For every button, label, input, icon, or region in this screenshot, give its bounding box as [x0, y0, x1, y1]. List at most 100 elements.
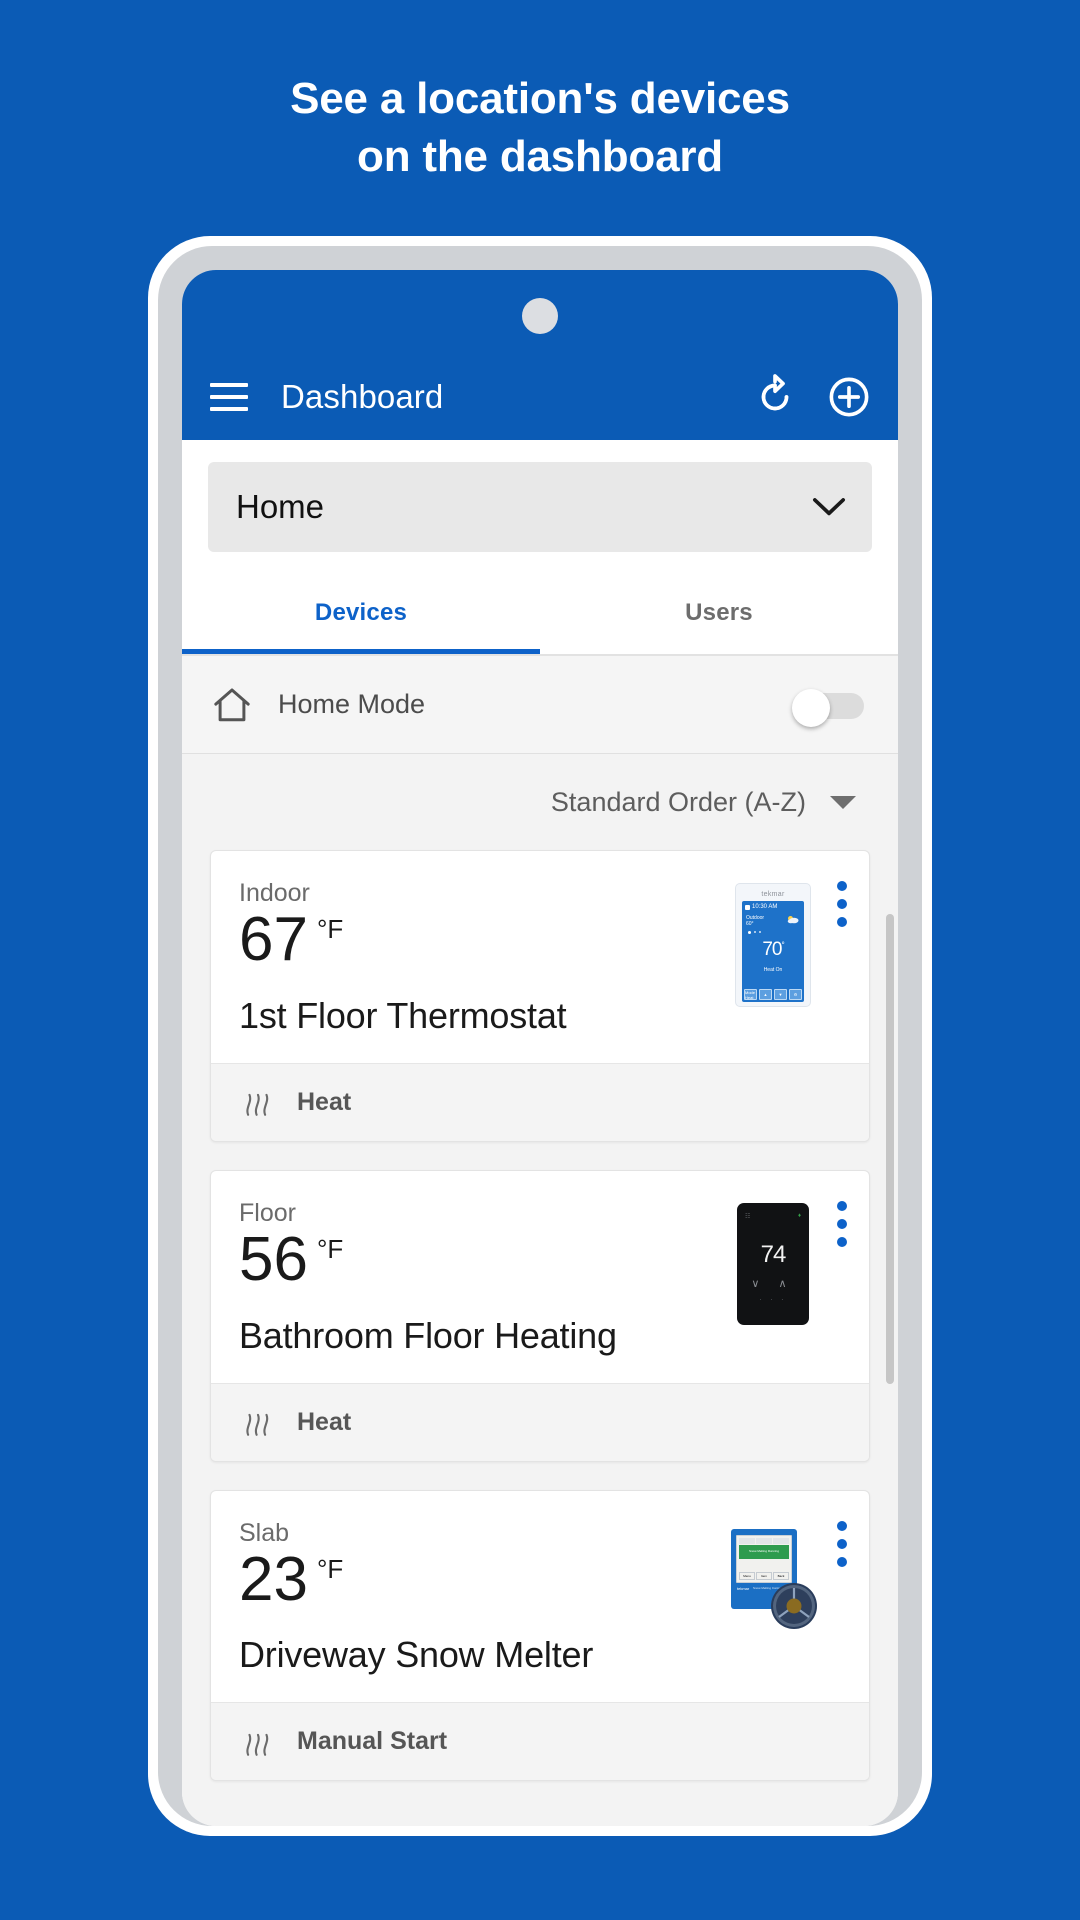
device-card-body: Slab 23 °F Driveway Snow Melter Snow Mel… [211, 1491, 869, 1703]
device-sensor-kind: Floor [239, 1198, 296, 1227]
thermostat-up-button: ▲ [759, 989, 772, 1000]
status-bar [182, 270, 898, 354]
control-status-banner: Snow Melting Running [739, 1544, 789, 1559]
home-mode-toggle[interactable] [792, 688, 864, 727]
thermostat-lcd-screen: 10:30 AM Outdoor 60° 70° Heat On Mode He… [742, 901, 804, 1002]
page-title: Dashboard [281, 378, 444, 415]
device-card-body: Indoor 67 °F 1st Floor Thermostat tekmar… [211, 851, 869, 1063]
device-thumbnail: tekmar 10:30 AM Outdoor 60° 70° Heat On … [727, 879, 819, 1037]
device-temperature-row: 67 °F [239, 905, 727, 974]
kebab-menu-icon[interactable] [837, 1520, 847, 1567]
device-temperature-row: 56 °F [239, 1224, 727, 1294]
device-card[interactable]: Floor 56 °F Bathroom Floor Heating ☷ ♦ 7… [210, 1169, 870, 1462]
device-card-info: Slab 23 °F Driveway Snow Melter [239, 1519, 727, 1677]
thermostat-status-icons: ☷ ♦ [745, 1213, 801, 1220]
refresh-icon[interactable] [752, 374, 798, 420]
control-key-row: Menu Item Back [739, 1571, 789, 1580]
thermostat-mode-text: Heat On [763, 967, 783, 973]
device-temperature-value: 67 [239, 905, 308, 974]
thermostat-down-button: ▼ [774, 989, 787, 1000]
promo-headline: See a location's devices on the dashboar… [0, 0, 1080, 186]
device-card[interactable]: Indoor 67 °F 1st Floor Thermostat tekmar… [210, 850, 870, 1142]
device-card-info: Floor 56 °F Bathroom Floor Heating [239, 1199, 727, 1357]
thermostat-more-dots: · · · [759, 1294, 787, 1304]
control-item-key: Item [756, 1571, 772, 1580]
flame-icon: ♦ [797, 1212, 801, 1219]
snow-melting-control-icon: Snow Melting Running Menu Item Back tekm… [727, 1523, 819, 1631]
thermostat-mode-button: Mode Heat [744, 989, 757, 1000]
sort-order-label: Standard Order (A-Z) [550, 786, 806, 817]
device-card-footer: Heat [211, 1062, 869, 1141]
toggle-knob [792, 688, 830, 727]
thermostat-setpoint-degree: ° [781, 940, 784, 950]
device-temperature-unit: °F [316, 914, 344, 944]
thermostat-time-row: 10:30 AM [742, 901, 804, 910]
thermostat-outdoor-temp: 60° [746, 921, 754, 928]
home-mode-row[interactable]: Home Mode [182, 656, 898, 754]
control-brand-label: tekmar [737, 1585, 750, 1591]
hamburger-menu-icon[interactable] [210, 383, 248, 411]
promo-headline-line-2: on the dashboard [357, 132, 723, 182]
control-back-key: Back [773, 1571, 789, 1580]
device-card-footer: Heat [211, 1382, 869, 1461]
device-status-label: Heat [297, 1087, 352, 1116]
device-name: Driveway Snow Melter [239, 1634, 594, 1676]
heat-waves-icon [246, 1733, 269, 1756]
front-camera-icon [522, 298, 558, 334]
snow-sensor-puck-icon [771, 1582, 817, 1629]
wifi-icon: ☷ [745, 1213, 751, 1220]
thermostat-setpoint-value: 70 [762, 939, 782, 960]
device-temperature-row: 23 °F [239, 1544, 727, 1614]
app-bar: Dashboard [182, 354, 898, 440]
tab-users[interactable]: Users [540, 572, 898, 654]
device-card[interactable]: Slab 23 °F Driveway Snow Melter Snow Mel… [210, 1489, 870, 1782]
device-name: Bathroom Floor Heating [239, 1314, 617, 1356]
snow-sensor-spokes [773, 1584, 815, 1627]
device-card-footer: Manual Start [211, 1702, 869, 1781]
device-temperature-unit: °F [316, 1233, 344, 1264]
tab-bar: Devices Users [182, 572, 898, 656]
device-temperature-unit: °F [316, 1553, 344, 1584]
device-sensor-kind: Slab [239, 1518, 290, 1547]
device-status-label: Heat [297, 1407, 352, 1436]
tekmar-touchscreen-thermostat-icon: tekmar 10:30 AM Outdoor 60° 70° Heat On … [735, 883, 811, 1007]
control-display-top-row [739, 1537, 789, 1544]
kebab-menu-icon[interactable] [837, 1200, 847, 1247]
device-thumbnail: Snow Melting Running Menu Item Back tekm… [727, 1519, 819, 1677]
device-name: 1st Floor Thermostat [239, 994, 567, 1036]
weather-sun-cloud-icon [787, 916, 799, 924]
home-mode-label: Home Mode [278, 689, 426, 719]
location-selector-container: Home [182, 440, 898, 572]
thermostat-outdoor-block: Outdoor 60° [746, 915, 764, 928]
tab-devices[interactable]: Devices [182, 572, 540, 654]
scrollbar-thumb[interactable] [886, 914, 894, 1384]
thermostat-settings-button: ⚙ [789, 989, 802, 1000]
device-list-area: Standard Order (A-Z) Indoor 67 °F 1st Fl… [182, 754, 898, 1826]
device-temperature-value: 23 [239, 1544, 308, 1614]
heat-waves-icon [246, 1413, 269, 1436]
home-outline-icon [214, 687, 250, 721]
control-display: Snow Melting Running Menu Item Back [736, 1534, 792, 1583]
device-temperature-value: 56 [239, 1224, 308, 1294]
device-status-label: Manual Start [297, 1727, 448, 1756]
caret-down-icon [830, 795, 856, 809]
location-select[interactable]: Home [208, 462, 872, 552]
thermostat-button-row: Mode Heat ▲ ▼ ⚙ [744, 989, 802, 1000]
chevron-down-icon [812, 498, 846, 516]
control-menu-key: Menu [739, 1571, 755, 1580]
add-circle-icon[interactable] [826, 374, 872, 420]
device-card-info: Indoor 67 °F 1st Floor Thermostat [239, 879, 727, 1037]
thermostat-time: 10:30 AM [752, 904, 778, 910]
scrollbar-track[interactable] [886, 754, 894, 1826]
sort-order-selector[interactable]: Standard Order (A-Z) [182, 754, 898, 850]
device-card-body: Floor 56 °F Bathroom Floor Heating ☷ ♦ 7… [211, 1171, 869, 1383]
heat-waves-icon [246, 1094, 269, 1117]
kebab-menu-icon[interactable] [837, 881, 847, 927]
black-thermostat-icon: ☷ ♦ 74 ∨ ∧ · · · [737, 1202, 809, 1325]
thermostat-setpoint: 70° [742, 939, 804, 961]
thermostat-brand-label: tekmar [761, 891, 785, 898]
tab-active-indicator [182, 649, 540, 654]
thermostat-arrow-buttons: ∨ ∧ [751, 1277, 795, 1290]
promo-headline-line-1: See a location's devices [290, 74, 790, 123]
thermostat-schedule-dots [748, 931, 761, 934]
